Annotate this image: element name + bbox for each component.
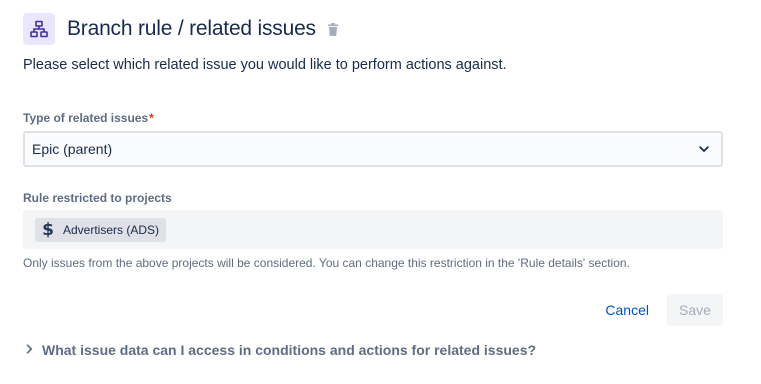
page-title: Branch rule / related issues bbox=[67, 17, 316, 40]
save-button[interactable]: Save bbox=[667, 294, 723, 326]
projects-label: Rule restricted to projects bbox=[23, 191, 172, 205]
project-chip: $ Advertisers (ADS) bbox=[35, 217, 167, 242]
required-marker: * bbox=[149, 111, 154, 125]
description-text: Please select which related issue you wo… bbox=[23, 57, 507, 73]
project-chip-label: Advertisers (ADS) bbox=[63, 222, 160, 237]
branch-icon bbox=[23, 13, 55, 45]
related-type-label: Type of related issues* bbox=[23, 111, 154, 125]
expander-label: What issue data can I access in conditio… bbox=[42, 342, 537, 358]
dollar-icon: $ bbox=[42, 219, 54, 240]
action-buttons: Cancel Save bbox=[595, 294, 723, 326]
chevron-right-icon bbox=[26, 341, 33, 359]
chevron-down-icon bbox=[699, 140, 709, 158]
projects-helper-text: Only issues from the above projects will… bbox=[23, 256, 630, 270]
related-type-value: Epic (parent) bbox=[32, 141, 113, 157]
cancel-button[interactable]: Cancel bbox=[595, 294, 659, 326]
related-type-select[interactable]: Epic (parent) bbox=[23, 131, 723, 167]
trash-icon[interactable] bbox=[327, 22, 339, 36]
projects-field: $ Advertisers (ADS) bbox=[23, 210, 723, 249]
issue-data-expander[interactable]: What issue data can I access in conditio… bbox=[26, 341, 536, 359]
header: Branch rule / related issues bbox=[23, 13, 339, 45]
related-type-label-text: Type of related issues bbox=[23, 111, 149, 125]
